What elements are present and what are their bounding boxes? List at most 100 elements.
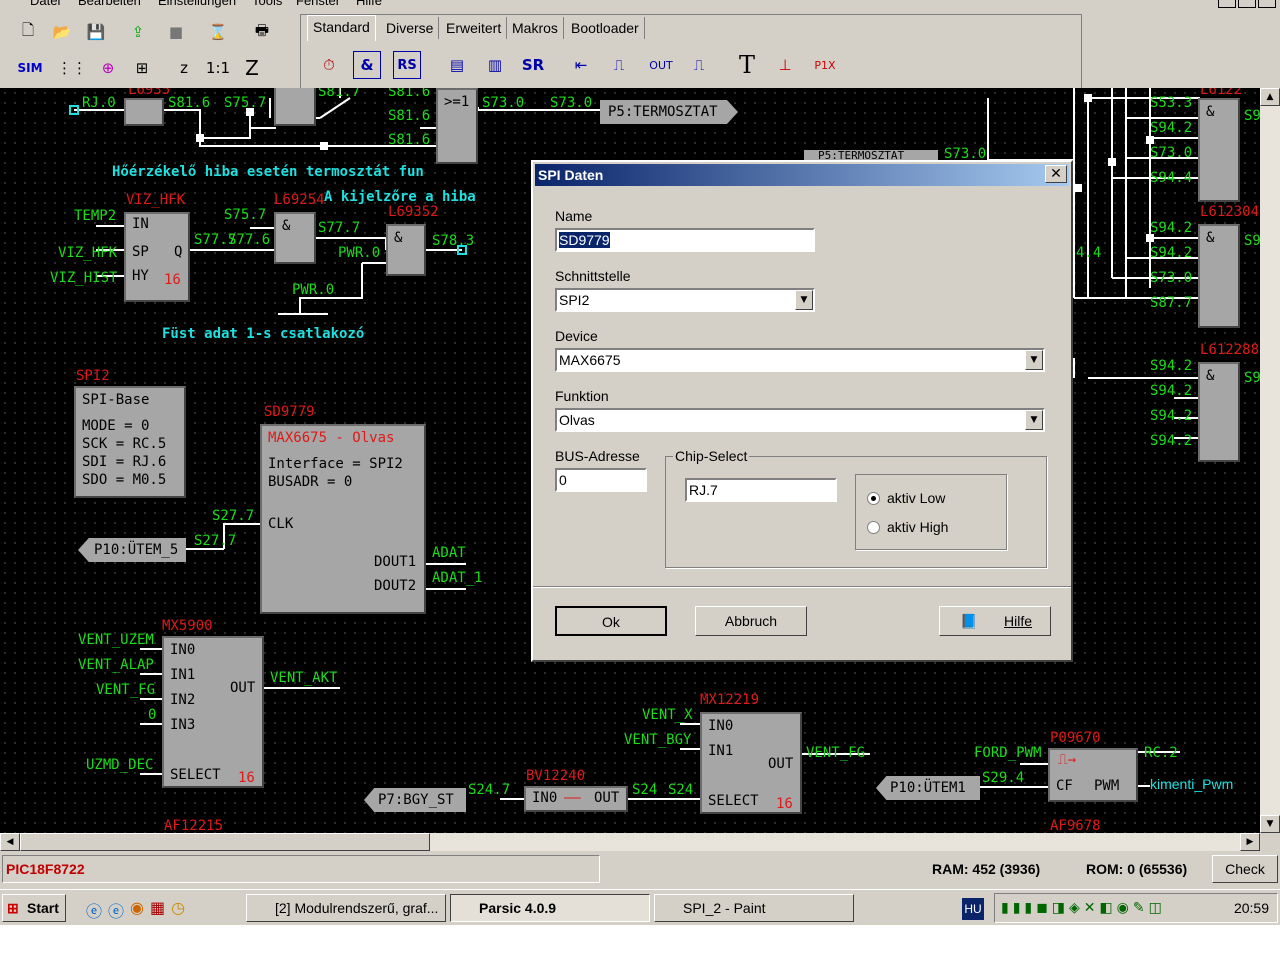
max6675-block[interactable]: MAX6675 - Olvas Interface = SPI2 BUSADR …	[260, 424, 426, 614]
aktiv-high-radio[interactable]	[867, 521, 880, 534]
menu-tools[interactable]: Tools	[252, 0, 282, 8]
scroll-left-icon[interactable]: ◀	[0, 833, 20, 851]
and-gate-right-3[interactable]: &	[1198, 362, 1240, 462]
counter-icon[interactable]: ▤	[443, 51, 471, 79]
and-gate-right-2[interactable]: &	[1198, 224, 1240, 328]
and-gate-right-1[interactable]: &	[1198, 98, 1240, 202]
chevron-down-icon[interactable]: ▼	[1025, 410, 1043, 430]
scroll-up-icon[interactable]: ▲	[1260, 88, 1280, 106]
label-s247: S24.7	[468, 782, 511, 798]
language-indicator[interactable]: HU	[962, 898, 984, 920]
input-block-rj0[interactable]	[124, 98, 164, 126]
ok-button[interactable]: Ok	[555, 606, 667, 636]
marker-icon[interactable]: ⊥	[771, 51, 799, 79]
vertical-scrollbar[interactable]: ▲ ▼	[1260, 88, 1280, 833]
or-gate-block[interactable]: >=1	[436, 88, 478, 164]
horizontal-scrollbar[interactable]: ◀ ▶	[0, 833, 1260, 851]
menu-einstellungen[interactable]: Einstellungen	[158, 0, 236, 8]
start-button[interactable]: ⊞ Start	[2, 894, 66, 922]
menu-hilfe[interactable]: Hilfe	[356, 0, 382, 8]
hysteresis-block[interactable]: IN SP HY Q 16	[124, 212, 190, 302]
spi-base-block[interactable]: SPI-Base MODE = 0 SCK = RC.5 SDI = RJ.6 …	[74, 386, 186, 498]
app-icon[interactable]: ▦	[150, 898, 165, 920]
device-select[interactable]: MAX6675 ▼	[555, 348, 1045, 372]
stop-icon[interactable]: ■	[162, 18, 190, 46]
aktiv-low-radio[interactable]	[867, 492, 880, 505]
minimize-button[interactable]	[1218, 0, 1236, 8]
shift-register-icon[interactable]: ▥	[481, 51, 509, 79]
new-file-icon[interactable]: 🗋	[14, 18, 42, 46]
text-tool-icon[interactable]: T	[733, 51, 761, 79]
sim-button[interactable]: SIM	[16, 54, 44, 82]
mux-block-mx5900[interactable]: IN0 IN1 IN2 IN3 OUT SELECT 16	[162, 636, 264, 788]
chrome-icon[interactable]: ◉	[130, 898, 144, 920]
hex-icon[interactable]: ⌛	[204, 18, 232, 46]
load-icon[interactable]: ⇪	[124, 18, 152, 46]
timer-icon[interactable]: ⏱	[315, 51, 343, 79]
scroll-right-icon[interactable]: ▶	[1240, 833, 1260, 851]
funktion-select[interactable]: Olvas ▼	[555, 408, 1045, 432]
output-pulse-icon[interactable]: OUT	[647, 51, 675, 79]
label-viz-hfk-red: VIZ_HFK	[126, 192, 186, 208]
menu-datei[interactable]: Datei	[30, 0, 60, 8]
buffer-block[interactable]: IN0 —— OUT	[524, 786, 628, 812]
schnittstelle-select[interactable]: SPI2 ▼	[555, 288, 815, 312]
abbruch-button[interactable]: Abbruch	[695, 606, 807, 636]
tab-erweitert[interactable]: Erweitert	[441, 17, 508, 39]
rs-flipflop-icon[interactable]: RS	[393, 51, 421, 79]
save-icon[interactable]: 💾	[82, 18, 110, 46]
mux-block-mx12219[interactable]: IN0 IN1 OUT SELECT 16	[700, 712, 802, 814]
browser-icon[interactable]: ⓔ	[108, 898, 124, 921]
tab-diverse[interactable]: Diverse	[381, 17, 440, 39]
zoom-reset-button[interactable]: 1:1	[204, 54, 232, 82]
taskbar: ⊞ Start ⓔ ⓔ ◉ ▦ ◷ [2] Modulrendszerű, graf...…	[0, 889, 1280, 925]
scroll-down-icon[interactable]: ▼	[1260, 815, 1280, 833]
taskbar-item-modulrendszeru[interactable]: [2] Modulrendszerű, graf...	[246, 894, 446, 922]
open-folder-icon[interactable]: 📂	[48, 18, 76, 46]
sr-flipflop-icon[interactable]: SR	[519, 51, 547, 79]
print-icon[interactable]: 🖶	[248, 18, 276, 46]
ie-icon[interactable]: ⓔ	[86, 898, 102, 921]
horizontal-scroll-thumb[interactable]	[20, 833, 430, 851]
and-gate-icon[interactable]: &	[353, 51, 381, 79]
menu-bearbeiten[interactable]: Bearbeiten	[78, 0, 141, 8]
chevron-down-icon[interactable]: ▼	[795, 290, 813, 310]
tag-p5-termosztat[interactable]: P5:TERMOSZTAT	[600, 100, 738, 124]
name-field[interactable]: SD9779	[555, 228, 815, 252]
menu-fenster[interactable]: Fenster	[296, 0, 340, 8]
clock-app-icon[interactable]: ◷	[171, 898, 185, 920]
component-tabs: Standard Diverse Erweitert Makros Bootlo…	[300, 14, 1082, 90]
check-button[interactable]: Check	[1212, 855, 1278, 883]
bus-adresse-field[interactable]: 0	[555, 468, 647, 492]
tag-p10-utem1[interactable]: P10:ÜTEM1	[876, 776, 980, 800]
tab-makros[interactable]: Makros	[507, 17, 564, 39]
tray-icons[interactable]: ▮▮▮◼◨◈✕◧◉✎◫	[1001, 900, 1166, 916]
pwm-block[interactable]: ⎍→ CF PWM	[1048, 748, 1138, 802]
connect-icon[interactable]: ⊕	[94, 54, 122, 82]
and-gate-block-3[interactable]: &	[386, 224, 426, 276]
tab-bootloader[interactable]: Bootloader	[566, 17, 645, 39]
tab-standard[interactable]: Standard	[307, 15, 376, 41]
hilfe-button[interactable]: 📘 Hilfe	[939, 606, 1051, 636]
edge-icon[interactable]: ⎍	[605, 51, 633, 79]
aktiv-low-label[interactable]: aktiv Low	[887, 490, 945, 506]
close-window-button[interactable]	[1258, 0, 1276, 8]
tag-p10-utem5[interactable]: P10:ÜTEM_5	[78, 538, 186, 562]
aktiv-high-label[interactable]: aktiv High	[887, 519, 948, 535]
tag-p7-bgy-st[interactable]: P7:BGY_ST	[364, 788, 466, 812]
chip-select-field[interactable]: RJ.7	[685, 478, 837, 502]
zoom-out-button[interactable]: z	[170, 54, 198, 82]
taskbar-item-parsic[interactable]: Parsic 4.0.9	[450, 894, 650, 922]
p1x-icon[interactable]: P1X	[811, 51, 839, 79]
zoom-in-button[interactable]: Z	[238, 54, 266, 82]
taskbar-item-paint[interactable]: SPI_2 - Paint	[654, 894, 854, 922]
and-gate-block[interactable]: &	[274, 88, 316, 126]
maximize-button[interactable]	[1238, 0, 1256, 8]
chevron-down-icon[interactable]: ▼	[1025, 350, 1043, 370]
input-pulse-icon[interactable]: ⎍	[685, 51, 713, 79]
grid-icon[interactable]: ⋮⋮	[57, 54, 87, 82]
close-icon[interactable]: ✕	[1045, 165, 1067, 183]
pulse-icon[interactable]: ⇤	[567, 51, 595, 79]
component-icon[interactable]: ⊞	[128, 54, 156, 82]
and-gate-block-2[interactable]: &	[274, 212, 316, 264]
